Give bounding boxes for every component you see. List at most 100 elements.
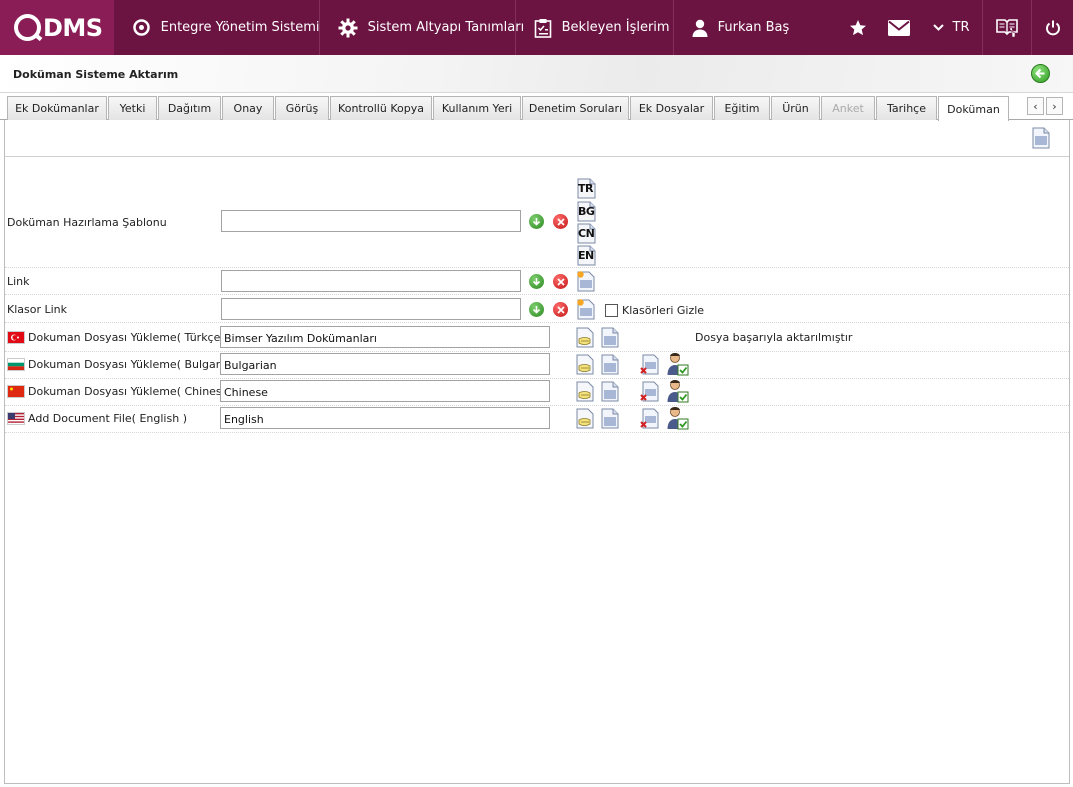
folder-link-label: Klasor Link [7,303,68,316]
upload-label-tr: Dokuman Dosyası Yükleme( Türkçe ) [7,331,228,344]
download-link-button[interactable] [529,274,544,289]
template-lang-tr-icon[interactable]: TR [577,178,596,202]
tab-label: Kullanım Yeri [441,102,513,115]
hide-folders-label: Klasörleri Gizle [622,304,705,317]
row-divider [5,351,1069,352]
page-header: Doküman Sisteme Aktarım [0,55,1073,93]
help-book-icon[interactable] [982,0,1032,55]
nav-label: Entegre Yönetim Sistemi [160,20,320,35]
attach-file-icon[interactable] [576,381,595,405]
upload-file-input-us[interactable] [220,407,550,429]
document-panel: Doküman Hazırlama Şablonu TR BG CN EN Link … [4,120,1070,784]
clear-template-button[interactable] [553,214,568,229]
tab-ek-dosyalar[interactable]: Ek Dosyalar [630,96,713,120]
language-code: TR [952,20,970,35]
hide-folders-checkbox[interactable] [605,304,618,317]
tab-label: Ürün [782,102,809,115]
view-document-icon[interactable] [601,354,619,378]
qdms-logo[interactable]: DMS [0,0,114,55]
close-icon [556,305,565,314]
tab-dokuman[interactable]: Doküman [938,96,1009,121]
tab-kullanim-yeri[interactable]: Kullanım Yeri [433,96,521,120]
download-template-button[interactable] [529,214,544,229]
nav-bekleyen-islerim[interactable]: Bekleyen İşlerim [516,0,674,55]
template-lang-code: EN [578,249,594,262]
row-divider [5,294,1069,295]
arrow-left-icon [1035,68,1046,79]
gear-icon [338,18,358,38]
folder-link-input[interactable] [221,298,521,320]
close-icon [556,217,565,226]
back-button[interactable] [1031,64,1050,83]
tab-label: Görüş [285,102,319,115]
nav-user-menu[interactable]: Furkan Baş [674,0,838,55]
upload-file-input-cn[interactable] [220,380,550,402]
tab-yetki[interactable]: Yetki [108,96,157,120]
view-document-icon[interactable] [601,327,619,351]
row-divider [5,267,1069,268]
attach-file-icon[interactable] [576,408,595,432]
arrow-down-icon [532,217,541,226]
user-approve-icon[interactable] [666,379,690,406]
upload-label-text: Add Document File( English ) [28,412,187,425]
language-selector[interactable]: TR [920,0,982,55]
attach-file-icon[interactable] [576,327,595,351]
template-input[interactable] [221,210,521,232]
new-link-document-icon[interactable] [577,271,595,295]
upload-file-input-bg[interactable] [220,353,550,375]
power-icon[interactable] [1032,0,1073,55]
tab-scroll-right-button[interactable]: › [1046,97,1063,115]
new-document-icon[interactable] [1032,127,1050,152]
tab-ek-dokumanlar[interactable]: Ek Dokümanlar [7,96,107,120]
user-approve-icon[interactable] [666,352,690,379]
arrow-down-icon [532,305,541,314]
view-document-icon[interactable] [601,408,619,432]
logo-text: DMS [43,13,103,42]
delete-document-icon[interactable] [640,354,659,378]
clear-folder-link-button[interactable] [553,302,568,317]
page-title: Doküman Sisteme Aktarım [13,68,179,81]
template-lang-en-icon[interactable]: EN [577,245,596,269]
tab-denetim-sorulari[interactable]: Denetim Soruları [522,96,629,120]
template-lang-code: CN [578,227,595,240]
chevron-left-icon: ‹ [1033,99,1038,113]
nav-sistem-altyapi[interactable]: Sistem Altyapı Tanımları [320,0,524,55]
tab-label: Ek Dokümanlar [15,102,99,115]
template-lang-bg-icon[interactable]: BG [577,201,596,225]
upload-file-input-tr[interactable] [220,326,550,348]
favorites-star-icon[interactable] [838,0,878,55]
upload-status-text: Dosya başarıyla aktarılmıştır [695,331,853,344]
upload-label-us: Add Document File( English ) [7,412,187,425]
tab-onay[interactable]: Onay [222,96,274,120]
delete-document-icon[interactable] [640,381,659,405]
tab-label: Doküman [947,102,1000,116]
tab-label: Denetim Soruları [528,102,623,115]
template-lang-code: TR [578,182,593,195]
view-document-icon[interactable] [601,381,619,405]
flag-us-icon [7,412,25,425]
row-divider [5,432,1069,433]
tab-dagitim[interactable]: Dağıtım [158,96,221,120]
download-folder-link-button[interactable] [529,302,544,317]
flag-bg-icon [7,358,25,371]
clear-link-button[interactable] [553,274,568,289]
attach-file-icon[interactable] [576,354,595,378]
link-input[interactable] [221,270,521,292]
delete-document-icon[interactable] [640,408,659,432]
nav-entegre-yonetim[interactable]: Entegre Yönetim Sistemi [114,0,320,55]
close-icon [556,277,565,286]
user-approve-icon[interactable] [666,406,690,433]
tab-gorus[interactable]: Görüş [275,96,329,120]
template-lang-cn-icon[interactable]: CN [577,223,596,247]
new-folder-link-document-icon[interactable] [577,299,595,323]
tab-label: Yetki [119,102,146,115]
tab-tarihce[interactable]: Tarihçe [876,96,937,120]
upload-label-cn: Dokuman Dosyası Yükleme( Chinese ) [7,385,236,398]
chevron-down-icon [932,24,944,31]
tab-label: Tarihçe [886,102,926,115]
tab-kontrollu-kopya[interactable]: Kontrollü Kopya [330,96,432,120]
tab-urun[interactable]: Ürün [771,96,820,120]
mail-icon[interactable] [878,0,920,55]
tab-scroll-left-button[interactable]: ‹ [1027,97,1044,115]
tab-egitim[interactable]: Eğitim [714,96,770,120]
